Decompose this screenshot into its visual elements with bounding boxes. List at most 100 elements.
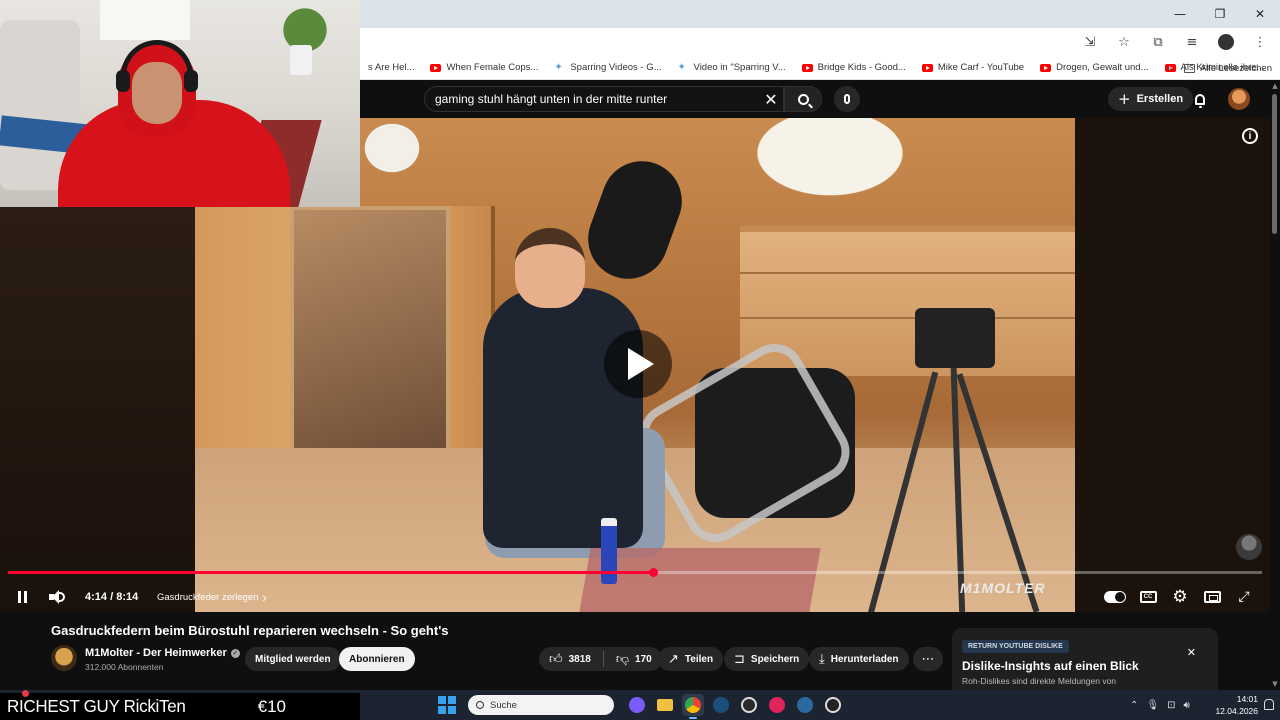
media-list-icon[interactable]: ≡ [1180,30,1204,54]
window-controls: — ❐ ✕ [1160,0,1280,28]
info-icon[interactable]: i [1242,128,1258,144]
drawer-divider [740,317,1075,319]
share-button[interactable]: ↗ Teilen [658,647,724,671]
search-button[interactable] [784,86,822,112]
steam-icon-2[interactable] [794,694,816,716]
microphone-tray-icon[interactable]: 🎙︎ [1146,700,1159,711]
notifications-button[interactable] [1190,89,1210,109]
browser-menu-icon[interactable]: ⋮ [1248,30,1272,54]
video-details: Gasdruckfedern beim Bürostuhl reparieren… [0,612,1270,690]
mute-button[interactable] [47,586,67,608]
search-icon [476,701,484,709]
scroll-down-icon[interactable]: ▼ [1271,680,1279,688]
channel-name: M1Molter - Der Heimwerker [85,647,227,659]
search-input[interactable]: gaming stuhl hängt unten in der mitte ru… [424,86,784,112]
channel-name-link[interactable]: M1Molter - Der Heimwerker ✓ [85,647,240,659]
youtube-icon [801,63,813,72]
bookmark-item[interactable]: ✦ Sparring Videos - G... [546,62,669,73]
bookmark-item[interactable]: Drogen, Gewalt und... [1032,62,1156,73]
create-button[interactable]: + Erstellen [1108,87,1194,111]
channel-watermark-icon[interactable] [1236,534,1262,560]
notification-bell-icon[interactable] [1264,699,1274,710]
subtitles-button[interactable]: CC [1138,586,1158,608]
video-scene-person-head [515,228,585,308]
page-scrollbar[interactable]: ▲ ▼ [1270,80,1280,690]
subscribe-button[interactable]: Abonnieren [339,647,415,671]
progress-bar[interactable] [8,568,1262,577]
scroll-up-icon[interactable]: ▲ [1271,82,1279,90]
thumbs-up-icon[interactable]: 👍︎ [549,652,563,667]
save-button[interactable]: ⊐ Speichern [724,647,810,671]
restore-button[interactable]: ❐ [1200,0,1240,28]
voice-search-button[interactable] [834,86,860,112]
taskbar-search-label: Suche [490,699,517,711]
autoplay-toggle[interactable] [1104,586,1126,608]
webcam-pot [290,45,312,75]
profile-avatar-image [1218,34,1234,50]
fullscreen-button[interactable]: ⤢ [1234,586,1254,608]
volume-icon [49,590,65,604]
bookmark-star-icon[interactable]: ☆ [1112,30,1136,54]
duration: 8:14 [116,591,139,603]
like-count[interactable]: 3818 [569,654,591,665]
webcam-window [100,0,190,40]
bookmark-item[interactable]: ✦ Video in "Sparring V... [670,62,794,73]
player-letterbox [0,206,195,612]
windows-start-icon[interactable] [438,696,456,714]
bookmark-item[interactable]: Bridge Kids - Good... [794,62,914,73]
extensions-icon[interactable]: ⧉ [1146,30,1170,54]
download-button[interactable]: ⤓ Herunterladen [809,647,909,671]
more-actions-button[interactable]: ⋯ [913,647,943,671]
obs-icon[interactable] [738,694,760,716]
bookmark-label: Bridge Kids - Good... [817,62,906,73]
toolbar-icons: ⇲ ☆ ⧉ ≡ ⋮ [1078,28,1272,56]
install-app-icon[interactable]: ⇲ [1078,30,1102,54]
miniplayer-icon [1203,591,1221,603]
subtitles-icon: CC [1139,591,1157,603]
chapter-button[interactable]: Gasdruckfeder zerlegen › [157,586,267,608]
close-icon[interactable]: ✕ [1187,646,1196,659]
bookmarks-overflow-button[interactable]: » [1166,56,1173,79]
thumbs-down-icon[interactable]: 👎︎ [616,652,629,667]
channel-avatar[interactable] [51,645,77,671]
dislike-card-title: Dislike-Insights auf einen Blick [962,659,1139,673]
network-icon[interactable]: ⊡ [1167,700,1175,711]
profile-avatar[interactable] [1214,30,1238,54]
plus-icon: + [1118,90,1131,108]
player-controls: 4:14 / 8:14 Gasdruckfeder zerlegen › CC … [0,582,1270,612]
steam-icon[interactable] [710,694,732,716]
taskbar-search[interactable]: Suche [468,695,614,715]
taskbar-apps: Suche [438,690,844,720]
play-app-icon[interactable] [822,694,844,716]
pause-button[interactable] [12,586,32,608]
account-avatar[interactable] [1228,88,1250,110]
tray-overflow-icon[interactable]: ⌃ [1130,700,1138,711]
minimize-button[interactable]: — [1160,0,1200,28]
media-player-icon[interactable] [766,694,788,716]
scroll-thumb[interactable] [1272,94,1277,234]
progress-scrubber[interactable] [648,568,658,577]
taskbar-clock[interactable]: 14:01 12.04.2026 [1208,693,1258,717]
big-play-button[interactable] [604,330,672,398]
dislike-count[interactable]: 170 [635,654,652,665]
clear-search-icon[interactable]: ✕ [760,86,782,112]
bookmark-item[interactable]: When Female Cops... [422,62,546,73]
speaker-icon[interactable]: 🔊︎ [1183,700,1189,711]
system-tray: ⌃ 🎙︎ ⊡ 🔊︎ [1130,690,1190,720]
bookmark-item[interactable]: Mike Carf - YouTube [914,62,1032,73]
miniplayer-button[interactable] [1202,586,1222,608]
file-explorer-icon[interactable] [654,694,676,716]
search-icon [797,93,809,105]
like-divider [602,651,604,667]
subscriber-count: 312.000 Abonnenten [85,662,164,672]
bookmark-item[interactable]: s Are Hel... [360,62,422,73]
bookmark-label: Video in "Sparring V... [693,62,786,73]
bookmark-label: When Female Cops... [446,62,539,73]
settings-button[interactable]: ⚙ [1170,586,1190,608]
join-button[interactable]: Mitglied werden [245,647,341,671]
close-window-button[interactable]: ✕ [1240,0,1280,28]
all-bookmarks-button[interactable]: Alle Lesezeichen [1184,56,1272,79]
discord-icon[interactable] [626,694,648,716]
chrome-icon[interactable] [682,694,704,719]
youtube-icon [1040,63,1052,72]
